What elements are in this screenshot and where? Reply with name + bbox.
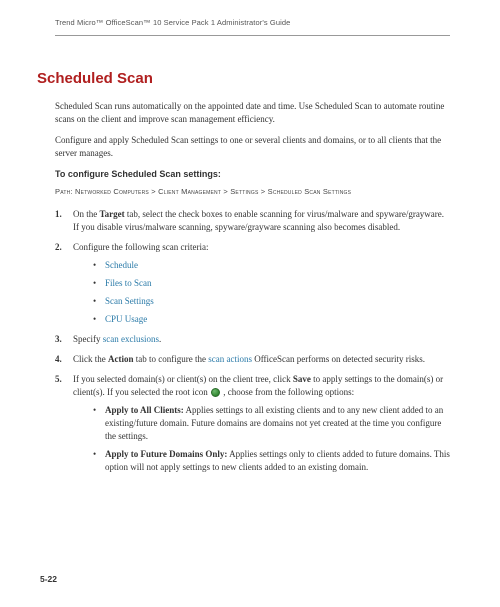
intro-para-2: Configure and apply Scheduled Scan setti… bbox=[55, 134, 450, 160]
criteria-item: Files to Scan bbox=[93, 277, 450, 290]
criteria-list: Schedule Files to Scan Scan Settings CPU… bbox=[93, 259, 450, 326]
step-1: On the Target tab, select the check boxe… bbox=[55, 208, 450, 234]
option-item: Apply to All Clients: Applies settings t… bbox=[93, 404, 450, 443]
nav-path: Path: Networked Computers > Client Manag… bbox=[55, 187, 450, 198]
globe-icon bbox=[211, 388, 220, 397]
text: If you selected domain(s) or client(s) o… bbox=[73, 374, 293, 384]
text: On the bbox=[73, 209, 100, 219]
option-title: Apply to All Clients: bbox=[105, 405, 184, 415]
criteria-item: Schedule bbox=[93, 259, 450, 272]
section-title: Scheduled Scan bbox=[37, 68, 450, 90]
text: , choose from the following options: bbox=[221, 387, 354, 397]
option-title: Apply to Future Domains Only: bbox=[105, 449, 227, 459]
text: Specify bbox=[73, 334, 103, 344]
scan-actions-link[interactable]: scan actions bbox=[208, 354, 252, 364]
criteria-item: Scan Settings bbox=[93, 295, 450, 308]
schedule-link[interactable]: Schedule bbox=[105, 260, 138, 270]
text: . bbox=[159, 334, 161, 344]
cpu-usage-link[interactable]: CPU Usage bbox=[105, 314, 147, 324]
option-item: Apply to Future Domains Only: Applies se… bbox=[93, 448, 450, 474]
step-3: Specify scan exclusions. bbox=[55, 333, 450, 346]
action-tab-name: Action bbox=[108, 354, 134, 364]
text: OfficeScan performs on detected security… bbox=[252, 354, 425, 364]
doc-header: Trend Micro™ OfficeScan™ 10 Service Pack… bbox=[55, 18, 450, 36]
target-tab-name: Target bbox=[100, 209, 125, 219]
text: tab to configure the bbox=[134, 354, 209, 364]
config-heading: To configure Scheduled Scan settings: bbox=[55, 168, 450, 181]
page-number: 5-22 bbox=[40, 573, 57, 585]
scan-settings-link[interactable]: Scan Settings bbox=[105, 296, 154, 306]
files-to-scan-link[interactable]: Files to Scan bbox=[105, 278, 152, 288]
step-2: Configure the following scan criteria: S… bbox=[55, 241, 450, 326]
text: Click the bbox=[73, 354, 108, 364]
intro-para-1: Scheduled Scan runs automatically on the… bbox=[55, 100, 450, 126]
scan-exclusions-link[interactable]: scan exclusions bbox=[103, 334, 159, 344]
step-5: If you selected domain(s) or client(s) o… bbox=[55, 373, 450, 474]
text: tab, select the check boxes to enable sc… bbox=[73, 209, 444, 232]
step-4: Click the Action tab to configure the sc… bbox=[55, 353, 450, 366]
option-list: Apply to All Clients: Applies settings t… bbox=[93, 404, 450, 474]
text: Configure the following scan criteria: bbox=[73, 242, 208, 252]
criteria-item: CPU Usage bbox=[93, 313, 450, 326]
save-label: Save bbox=[293, 374, 311, 384]
step-list: On the Target tab, select the check boxe… bbox=[55, 208, 450, 475]
